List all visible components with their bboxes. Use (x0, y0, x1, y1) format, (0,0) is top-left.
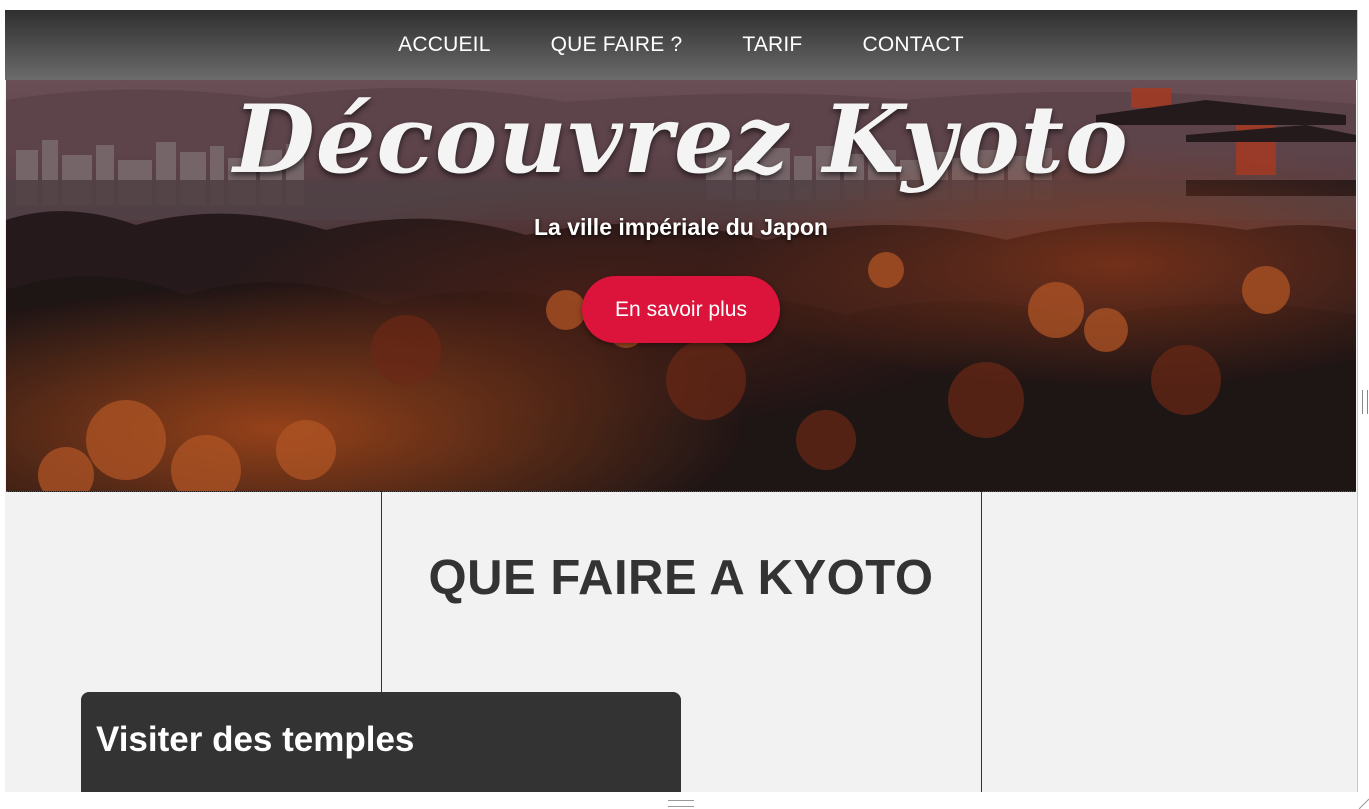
nav-link-que-faire[interactable]: QUE FAIRE ? (521, 33, 713, 57)
card-title: Visiter des temples (96, 720, 415, 759)
learn-more-button[interactable]: En savoir plus (582, 276, 780, 343)
top-navbar: ACCUEIL QUE FAIRE ? TARIF CONTACT (5, 10, 1357, 80)
browser-viewport: ACCUEIL QUE FAIRE ? TARIF CONTACT Découv… (5, 10, 1358, 792)
nav-link-contact[interactable]: CONTACT (832, 33, 993, 57)
column-divider-right (981, 491, 982, 792)
nav-link-accueil[interactable]: ACCUEIL (368, 33, 520, 57)
activity-card[interactable]: Visiter des temples (81, 692, 681, 792)
hero-title: Découvrez Kyoto (233, 85, 1129, 195)
resize-grip-bottom[interactable] (668, 800, 694, 807)
nav-link-tarif[interactable]: TARIF (712, 33, 832, 57)
resize-corner-icon[interactable] (1357, 797, 1369, 809)
scrollbar-handle[interactable] (1362, 390, 1368, 414)
hero-subtitle: La ville impériale du Japon (534, 214, 828, 240)
hero-banner: Découvrez Kyoto La ville impériale du Ja… (6, 80, 1356, 492)
section-title: QUE FAIRE A KYOTO (428, 551, 934, 605)
